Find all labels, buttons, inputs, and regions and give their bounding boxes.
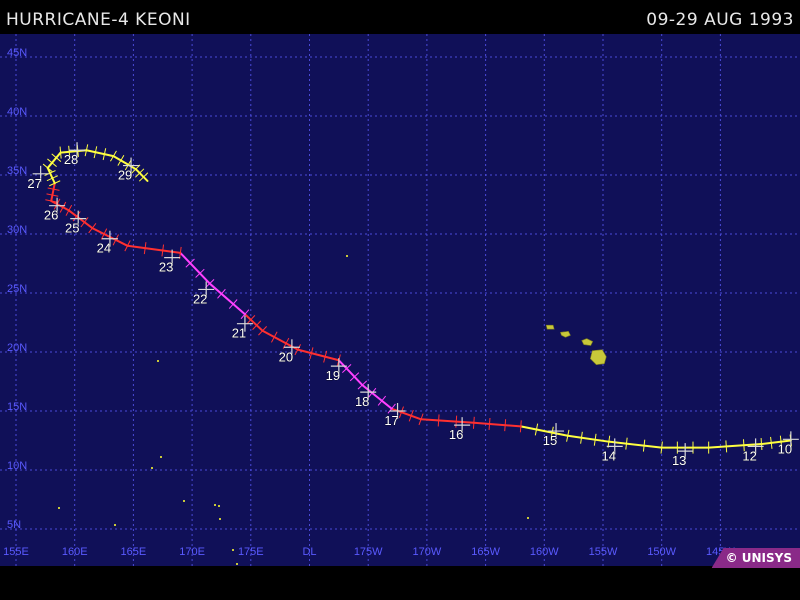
day-label-22: 22 — [193, 291, 207, 306]
atoll — [232, 549, 234, 551]
lon-label: 175E — [238, 546, 264, 558]
track-segment — [296, 348, 340, 362]
maui-island — [581, 338, 594, 346]
lon-label: 175W — [354, 546, 383, 558]
lat-label: 30N — [7, 224, 27, 236]
atoll — [236, 563, 238, 565]
lon-label: 160E — [62, 546, 88, 558]
track-tick — [59, 146, 62, 159]
day-label-14: 14 — [602, 448, 616, 463]
lat-label: 15N — [7, 401, 27, 413]
day-label-21: 21 — [232, 326, 246, 341]
track-tick — [725, 440, 728, 453]
day-label-20: 20 — [279, 349, 293, 364]
day-labels: 10 12 13 14 15 16 17 18 19 20 21 22 23 24 25 26 27 28 29 — [27, 142, 799, 468]
track-tick — [660, 441, 663, 454]
day-label-27: 27 — [27, 176, 41, 191]
lon-label: 165W — [471, 546, 500, 558]
lat-label: 10N — [7, 460, 27, 472]
lat-label: 35N — [7, 165, 27, 177]
track-tick — [472, 416, 475, 429]
track-map: 10 12 13 14 15 16 17 18 19 20 21 22 23 24 25 26 27 28 29 4… — [0, 34, 800, 566]
storm-track — [42, 144, 793, 454]
track-tick — [519, 420, 522, 433]
atoll — [219, 518, 221, 520]
track-segment — [179, 251, 211, 285]
atoll — [157, 360, 159, 362]
lon-label: 165E — [121, 546, 147, 558]
day-label-25: 25 — [65, 221, 79, 236]
day-label-18: 18 — [355, 394, 369, 409]
track-tick — [625, 437, 628, 450]
land-layer — [58, 255, 607, 565]
day-label-19: 19 — [326, 368, 340, 383]
lon-label: DL — [302, 546, 316, 558]
lon-label: 170E — [179, 546, 205, 558]
lon-label: 155W — [589, 546, 618, 558]
day-label-24: 24 — [97, 241, 111, 256]
day-label-17: 17 — [384, 413, 398, 428]
day-label-12: 12 — [742, 448, 756, 463]
atoll — [151, 467, 153, 469]
atoll — [114, 524, 116, 526]
track-tick — [504, 419, 507, 432]
track-segment — [46, 166, 56, 185]
track-segment — [208, 282, 246, 316]
day-label-15: 15 — [543, 433, 557, 448]
unisys-copyright: © UNISYS — [711, 548, 800, 568]
kauai-island — [545, 324, 555, 330]
hawaii-island-island — [589, 349, 607, 366]
atoll — [346, 255, 348, 257]
lat-label: 25N — [7, 283, 27, 295]
atoll — [218, 505, 220, 507]
track-segment — [566, 434, 610, 443]
atoll — [58, 507, 60, 509]
track-tick — [72, 211, 81, 222]
day-label-26: 26 — [44, 208, 58, 223]
day-label-13: 13 — [672, 453, 686, 468]
lon-label: 150W — [647, 546, 676, 558]
oahu-island — [560, 330, 571, 338]
lon-label: 170W — [413, 546, 442, 558]
lat-label: 45N — [7, 47, 27, 59]
track-segment — [420, 418, 475, 424]
lat-label: 20N — [7, 342, 27, 354]
lon-label: 160W — [530, 546, 559, 558]
lon-label: 155E — [3, 546, 29, 558]
track-tick — [488, 417, 491, 431]
track-segment — [472, 421, 522, 428]
lat-label: 40N — [7, 106, 27, 118]
lat-label: 5N — [7, 519, 21, 531]
atoll — [160, 456, 162, 458]
track-tick — [437, 414, 440, 427]
day-label-29: 29 — [118, 168, 132, 183]
atoll — [183, 500, 185, 502]
track-tick — [88, 223, 97, 234]
lat-lon-grid — [0, 34, 800, 566]
day-label-23: 23 — [159, 260, 173, 275]
track-segment — [50, 182, 56, 202]
atoll — [527, 517, 529, 519]
bottom-bar — [0, 566, 800, 600]
track-tick — [760, 438, 763, 451]
track-tick — [455, 415, 458, 428]
track-segment — [85, 149, 115, 158]
day-label-16: 16 — [449, 427, 463, 442]
track-tick — [117, 155, 125, 166]
axis-labels: 45N 40N 35N 30N 25N 20N 15N 10N 5N 155E 160E 165E 17… — [3, 47, 735, 558]
day-label-10: 10 — [778, 441, 792, 456]
day-label-28: 28 — [64, 152, 78, 167]
track-tick — [642, 439, 646, 452]
atoll — [214, 504, 216, 506]
track-tick — [770, 436, 773, 449]
